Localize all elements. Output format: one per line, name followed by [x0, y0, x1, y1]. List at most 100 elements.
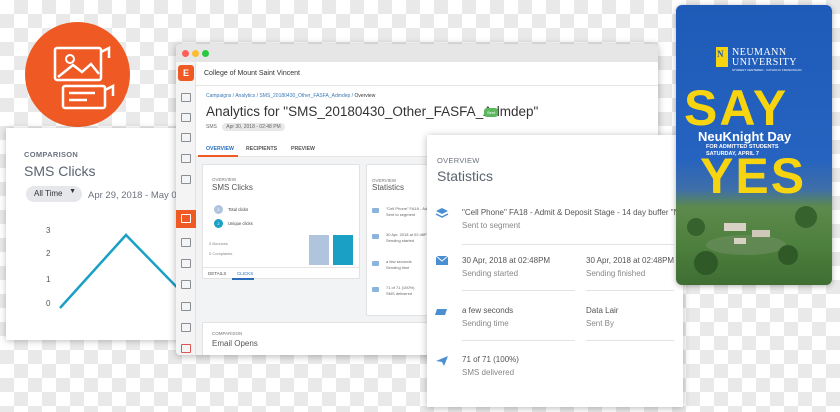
app-logo[interactable]: E [178, 65, 194, 81]
sending-started-label: Sending started [462, 269, 519, 278]
stat-label: Sending started [386, 238, 415, 243]
maximize-window-button[interactable] [202, 50, 209, 57]
reports-icon[interactable] [181, 302, 191, 311]
divider [586, 290, 674, 291]
minimize-window-button[interactable] [192, 50, 199, 57]
envelope-icon [181, 214, 191, 223]
statistics-card: OVERVIEW Statistics "Cell Phone" FA18 - … [427, 135, 714, 407]
card-eyebrow: OVERVIEW [212, 177, 237, 182]
tab-overview[interactable]: OVERVIEW [206, 146, 234, 152]
breadcrumb-campaigns[interactable]: Campaigns [206, 93, 231, 99]
stat-label: SMS delivered [386, 291, 413, 296]
segment-icon [372, 208, 379, 213]
image-chat-icon [53, 45, 115, 110]
overview-statistics-card: OVERVIEW Statistics "Cell Phone" FA18 - … [366, 164, 436, 316]
delivered-value: 71 of 71 (100%) [462, 355, 519, 364]
headline-yes: YES [700, 148, 807, 204]
sending-finished-value: 30 Apr, 2018 at 02:48PM [586, 256, 675, 265]
brand-bottom: UNIVERSITY [732, 57, 797, 68]
chat-icon[interactable] [181, 175, 191, 184]
divider [462, 244, 674, 245]
clicks-tab-indicator [232, 278, 254, 280]
campaign-meta: SMS Apr 30, 2018 - 02:48 PM [206, 123, 285, 131]
email-opens-card: COMPARISON Email Opens [202, 322, 442, 355]
sending-time-value: a few seconds [462, 306, 514, 315]
legend-count: 2 [214, 205, 223, 214]
org-name: College of Mount Saint Vincent [204, 70, 300, 77]
sms-clicks-card: OVERVIEW SMS Clicks 2 Total clicks 2 Uni… [202, 164, 360, 279]
clock-icon [372, 261, 379, 266]
puzzle-icon[interactable] [181, 344, 191, 353]
inbox-icon[interactable] [181, 323, 191, 332]
date-pill: Apr 30, 2018 - 02:48 PM [222, 123, 285, 131]
app-sidebar: E [176, 62, 196, 355]
stat-value: "Cell Phone" FA18 - Adm [386, 206, 431, 211]
event-name: NeuKnight Day [698, 129, 792, 144]
status-badge: Sent [484, 108, 499, 117]
sending-time-icon [435, 309, 447, 315]
clicks-line-chart [59, 233, 202, 314]
sending-started-value: 30 Apr, 2018 at 02:48PM [462, 256, 551, 265]
complaints-count: 0 Complaints [209, 251, 233, 256]
dashboard-icon[interactable] [181, 93, 191, 102]
comparison-card: COMPARISON SMS Clicks All Time ▼ Apr 29,… [6, 128, 202, 340]
app-header: College of Mount Saint Vincent [196, 62, 658, 86]
divider [203, 267, 359, 268]
send-icon [372, 287, 379, 292]
channel-label: SMS [206, 124, 217, 130]
divider [462, 340, 575, 341]
breadcrumb-current: Overview [354, 93, 376, 99]
stat-value: a few seconds [386, 259, 412, 264]
sent-by-value: Data Lair [586, 306, 619, 315]
paper-plane-icon [436, 356, 448, 366]
envelope-icon [372, 234, 379, 239]
event-poster: N NEUMANN UNIVERSITY STUDENT CENTERED · … [676, 5, 832, 285]
brand-tagline: STUDENT CENTERED · CATHOLIC FRANCISCAN [732, 68, 802, 72]
money-icon[interactable] [181, 259, 191, 268]
tab-recipients[interactable]: RECIPIENTS [246, 146, 277, 152]
tab-clicks[interactable]: CLICKS [237, 271, 253, 276]
contacts-icon[interactable] [181, 154, 191, 163]
card-eyebrow: COMPARISON [212, 331, 243, 336]
breadcrumb: Campaigns / Analytics / SMS_20180430_Oth… [206, 93, 376, 99]
analytics-badge [25, 22, 130, 127]
calendar-icon[interactable] [181, 280, 191, 289]
layers-icon [435, 208, 449, 218]
card-title: Statistics [372, 183, 405, 192]
unique-clicks-bar [333, 235, 353, 265]
list-icon[interactable] [181, 133, 191, 142]
stat-value: 71 of 71 (100%) [386, 285, 415, 290]
close-window-button[interactable] [182, 50, 189, 57]
tab-details[interactable]: DETAILS [208, 271, 226, 276]
card-title: SMS Clicks [212, 183, 253, 192]
bounces-count: 0 Bounces [209, 241, 228, 246]
sidebar-item-email[interactable] [176, 210, 196, 228]
card-title: Statistics [437, 168, 494, 184]
sent-by-label: Sent By [586, 319, 615, 328]
card-title: Email Opens [212, 339, 258, 348]
breadcrumb-analytics[interactable]: Analytics [235, 93, 255, 99]
stat-value: 30 Apr, 2018 at 02:48PM [386, 232, 431, 237]
stat-label: Sent to segment [386, 212, 416, 217]
card-eyebrow: OVERVIEW [437, 156, 480, 165]
divider [462, 290, 575, 291]
tab-preview[interactable]: PREVIEW [291, 146, 315, 152]
breadcrumb-campaign[interactable]: SMS_20180430_Other_FASFA_Admdep [259, 93, 350, 99]
legend-count: 2 [214, 219, 223, 228]
envelope-icon [435, 255, 449, 265]
sending-finished-label: Sending finished [586, 269, 646, 278]
users-icon[interactable] [181, 238, 191, 247]
documents-icon[interactable] [181, 113, 191, 122]
legend-label: Total clicks [228, 207, 249, 212]
sending-time-label: Sending time [462, 319, 509, 328]
legend-label: Unique clicks [228, 221, 253, 226]
stat-label: Sending time [386, 265, 410, 270]
total-clicks-bar [309, 235, 329, 265]
logo-monogram: N [717, 49, 724, 59]
headline-say: SAY [684, 80, 789, 136]
window-titlebar [176, 44, 658, 62]
divider [586, 340, 674, 341]
delivered-label: SMS delivered [462, 368, 515, 377]
active-tab-indicator [198, 155, 238, 157]
segment-label: Sent to segment [462, 221, 521, 230]
